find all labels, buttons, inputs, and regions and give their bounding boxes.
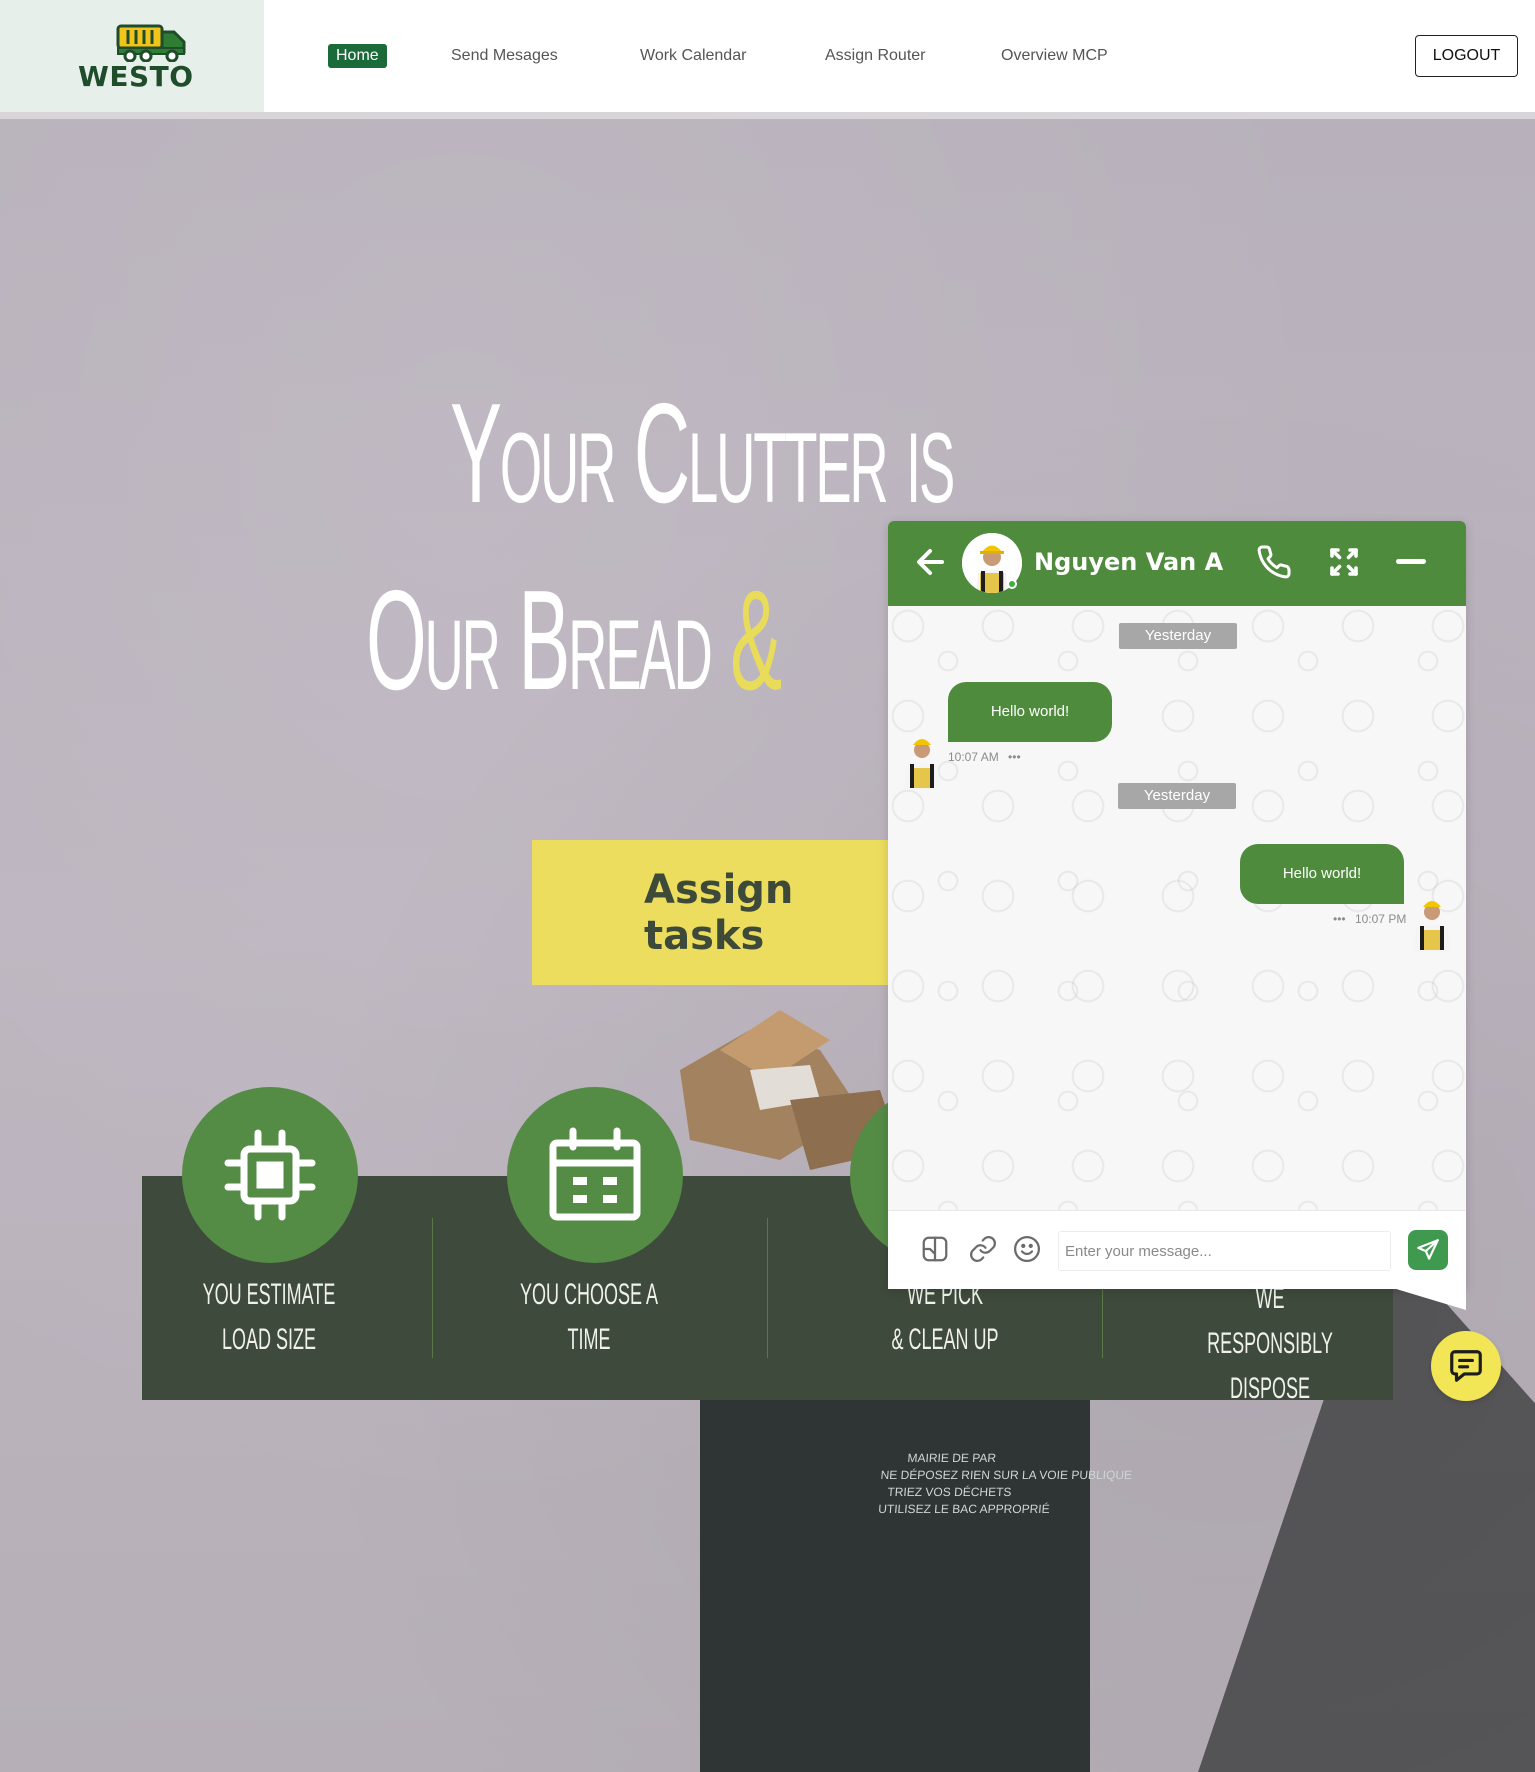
bin-label-line: TRIEZ VOS DÉCHETS	[886, 1485, 1012, 1499]
phone-icon[interactable]	[1256, 544, 1292, 580]
chat-window: Nguyen Van A Yesterday Hello world! 10:0…	[888, 521, 1466, 1289]
step-label-line: You Estimate	[202, 1278, 336, 1311]
step-estimate-badge	[182, 1087, 358, 1263]
day-separator: Yesterday	[1119, 623, 1237, 649]
step-label-line: Load Size	[221, 1323, 317, 1356]
top-header: WESTO Home Send Mesages Work Calendar As…	[0, 0, 1535, 112]
nav-assign-router[interactable]: Assign Router	[825, 44, 926, 68]
online-status-dot	[1007, 579, 1017, 589]
step-label-line: Time	[567, 1323, 611, 1356]
back-arrow-icon[interactable]	[916, 546, 946, 578]
message-options-icon[interactable]: •••	[1008, 750, 1021, 764]
chat-composer	[888, 1210, 1466, 1289]
attachment-box-icon[interactable]	[920, 1234, 950, 1264]
nav-work-calendar[interactable]: Work Calendar	[640, 44, 746, 68]
step-dispose-label: We Responsibly dispose	[1195, 1276, 1345, 1411]
message-options-icon[interactable]: •••	[1333, 912, 1346, 926]
message-time: ••• 10:07 PM	[1333, 912, 1406, 926]
send-button[interactable]	[1408, 1230, 1448, 1270]
link-icon[interactable]	[968, 1234, 998, 1264]
step-label-line: & Clean up	[891, 1323, 999, 1356]
minimize-icon[interactable]	[1394, 544, 1430, 580]
step-estimate-label: You Estimate Load Size	[194, 1272, 344, 1362]
nav-send-messages[interactable]: Send Mesages	[451, 44, 558, 68]
assign-tasks-button[interactable]: Assign tasks	[532, 840, 912, 985]
contact-name: Nguyen Van A	[1034, 548, 1224, 576]
own-avatar	[1414, 901, 1450, 952]
calendar-icon	[549, 1127, 641, 1221]
bin-label-line: NE DÉPOSEZ RIEN SUR LA VOIE PUBLIQUE	[880, 1468, 1133, 1482]
logout-button[interactable]: LOGOUT	[1415, 35, 1518, 77]
nav-overview-mcp[interactable]: Overview MCP	[1001, 44, 1108, 68]
step-divider	[767, 1218, 768, 1358]
emoji-icon[interactable]	[1012, 1234, 1042, 1264]
garbage-truck-icon	[116, 24, 186, 62]
chat-messages: Yesterday Hello world! 10:07 AM ••• Yest…	[888, 606, 1466, 1210]
hero-title-accent: &	[730, 561, 782, 720]
bin-label-line: MAIRIE DE PAR	[907, 1451, 997, 1465]
step-time-label: You Choose a Time	[514, 1272, 664, 1362]
logo[interactable]: WESTO	[0, 0, 264, 112]
nav-home[interactable]: Home	[328, 44, 387, 68]
message-input[interactable]	[1058, 1231, 1391, 1271]
hero-title-line2: Our Bread &	[366, 570, 782, 712]
bin-label: MAIRIE DE PAR NE DÉPOSEZ RIEN SUR LA VOI…	[877, 1450, 1133, 1518]
chat-header: Nguyen Van A	[888, 521, 1466, 606]
step-label-line: dispose	[1229, 1372, 1311, 1405]
send-icon	[1417, 1239, 1439, 1260]
step-label-line: We Responsibly	[1207, 1282, 1333, 1360]
sender-avatar	[904, 739, 940, 790]
message-time-text: 10:07 AM	[948, 750, 999, 764]
message-time: 10:07 AM •••	[948, 750, 1021, 764]
chat-bubble-icon	[1450, 1350, 1482, 1382]
hero-title-line1: Your Clutter is	[450, 374, 955, 533]
header-divider	[0, 112, 1535, 119]
open-chat-button[interactable]	[1431, 1331, 1501, 1401]
step-divider	[432, 1218, 433, 1358]
message-bubble-out[interactable]: Hello world!	[1240, 844, 1404, 904]
step-label-line: You Choose a	[519, 1278, 659, 1311]
expand-icon[interactable]	[1326, 544, 1362, 580]
message-time-text: 10:07 PM	[1354, 912, 1407, 926]
step-time-badge	[507, 1087, 683, 1263]
day-separator: Yesterday	[1118, 783, 1236, 809]
message-bubble-in[interactable]: Hello world!	[948, 682, 1112, 742]
brand-name: WESTO	[78, 60, 194, 93]
hero-title-main: Our Bread	[366, 561, 713, 720]
bin-label-line: UTILISEZ LE BAC APPROPRIÉ	[877, 1502, 1051, 1516]
chip-icon	[224, 1129, 316, 1221]
